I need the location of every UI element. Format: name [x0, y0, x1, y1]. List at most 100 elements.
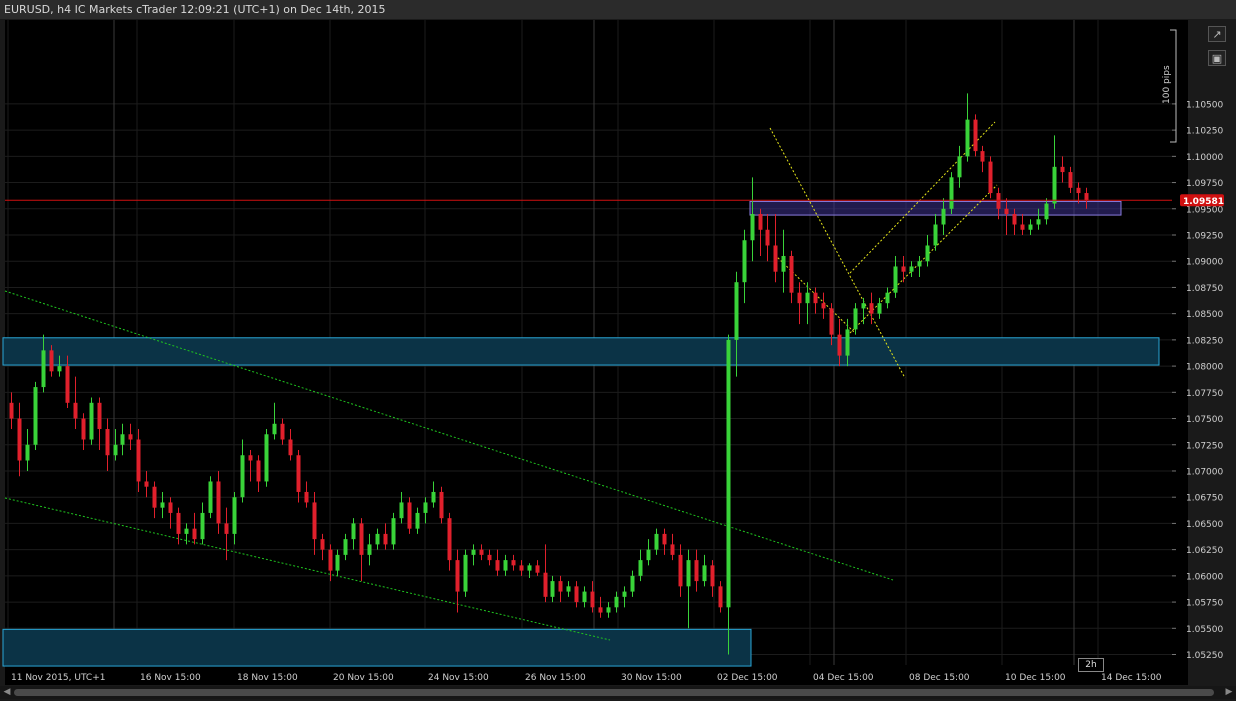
candle-body	[702, 565, 707, 582]
y-tick-label: 1.10250	[1186, 127, 1223, 137]
candle-body	[519, 565, 524, 571]
candle-body	[272, 423, 277, 435]
candle-body	[1084, 193, 1089, 201]
candle-body	[399, 502, 404, 519]
candle-body	[328, 549, 333, 571]
candle-body	[312, 502, 317, 540]
candle-body	[638, 560, 643, 576]
candle-body	[304, 491, 309, 503]
y-tick-label: 1.07500	[1186, 415, 1223, 425]
candle-body	[1012, 214, 1017, 225]
candle-body	[343, 539, 348, 555]
candle-body	[574, 586, 579, 603]
candle-body	[813, 292, 818, 304]
candle-body	[503, 560, 508, 571]
x-tick-label: 02 Dec 15:00	[717, 673, 778, 683]
y-tick-label: 1.09750	[1186, 179, 1223, 189]
candle-body	[694, 560, 699, 582]
candle-body	[160, 502, 165, 508]
x-tick-label: 04 Dec 15:00	[813, 673, 874, 683]
candle-body	[439, 491, 444, 519]
y-tick-label: 1.07750	[1186, 389, 1223, 399]
candle-body	[606, 607, 611, 613]
candle-body	[296, 455, 301, 492]
candle-body	[471, 549, 476, 555]
candle-body	[582, 591, 587, 603]
candle-body	[192, 528, 197, 540]
candle-body	[853, 308, 858, 330]
candle-body	[65, 366, 70, 403]
candle-body	[1004, 208, 1009, 215]
candle-body	[598, 607, 603, 613]
candle-body	[1052, 166, 1057, 204]
candle-body	[885, 292, 890, 304]
candle-body	[765, 229, 770, 246]
candle-body	[933, 224, 938, 246]
candle-body	[686, 560, 691, 587]
candle-body	[527, 565, 532, 571]
candle-body	[750, 214, 755, 241]
candle-body	[25, 444, 30, 461]
y-tick-label: 1.10500	[1186, 100, 1223, 110]
candle-body	[73, 402, 78, 419]
candle-body	[280, 423, 285, 440]
candle-body	[789, 255, 794, 293]
candle-body	[9, 402, 14, 419]
candle-body	[877, 303, 882, 314]
horizontal-scrollbar[interactable]: ◀ ▶	[0, 686, 1236, 699]
candle-body	[423, 502, 428, 513]
candle-body	[662, 533, 667, 545]
candle-body	[264, 434, 269, 482]
candle-body	[383, 533, 388, 545]
x-tick-label: 26 Nov 15:00	[525, 673, 586, 683]
candle-body	[152, 486, 157, 508]
candle-body	[558, 581, 563, 592]
price-chart[interactable]: 1.105001.102501.100001.097501.095001.092…	[0, 0, 1236, 701]
candle-body	[535, 565, 540, 573]
upper-demand-zone	[2, 337, 1160, 366]
candle-body	[232, 497, 237, 534]
candle-body	[1028, 224, 1033, 230]
candle-body	[710, 565, 715, 587]
candle-body	[893, 266, 898, 293]
candle-body	[463, 554, 468, 592]
candle-body	[550, 581, 555, 597]
x-tick-label: 16 Nov 15:00	[140, 673, 201, 683]
scroll-thumb[interactable]	[14, 689, 1214, 696]
candle-body	[455, 560, 460, 592]
timeframe-badge[interactable]: 2h	[1078, 658, 1104, 672]
candle-body	[941, 208, 946, 225]
candle-body	[176, 512, 181, 534]
y-tick-label: 1.08000	[1186, 363, 1223, 373]
x-tick-label: 18 Nov 15:00	[237, 673, 298, 683]
candle-body	[654, 533, 659, 550]
scroll-left-icon[interactable]: ◀	[1, 686, 13, 699]
detach-icon[interactable]: ↗	[1208, 26, 1226, 42]
y-tick-label: 1.06500	[1186, 520, 1223, 530]
candle-body	[909, 266, 914, 272]
scroll-right-icon[interactable]: ▶	[1223, 686, 1235, 699]
y-tick-label: 1.05250	[1186, 651, 1223, 661]
candle-body	[917, 261, 922, 267]
candle-body	[256, 460, 261, 482]
candle-body	[17, 418, 22, 461]
candle-body	[949, 177, 954, 209]
x-tick-label: 30 Nov 15:00	[621, 673, 682, 683]
candle-body	[821, 303, 826, 309]
candle-body	[622, 591, 627, 597]
candle-body	[41, 350, 46, 388]
candle-body	[773, 245, 778, 272]
candle-body	[184, 528, 189, 534]
candle-body	[1068, 172, 1073, 188]
y-tick-label: 1.09250	[1186, 232, 1223, 242]
candle-body	[973, 119, 978, 152]
x-tick-label: 08 Dec 15:00	[909, 673, 970, 683]
candle-body	[901, 266, 906, 272]
resistance-zone	[749, 200, 1122, 216]
camera-icon[interactable]: ▣	[1208, 50, 1226, 66]
candle-body	[1036, 219, 1041, 225]
y-tick-label: 1.08250	[1186, 336, 1223, 346]
candle-body	[351, 523, 356, 540]
candle-body	[511, 560, 516, 566]
pips-ruler-label: 100 pips	[1162, 65, 1172, 104]
